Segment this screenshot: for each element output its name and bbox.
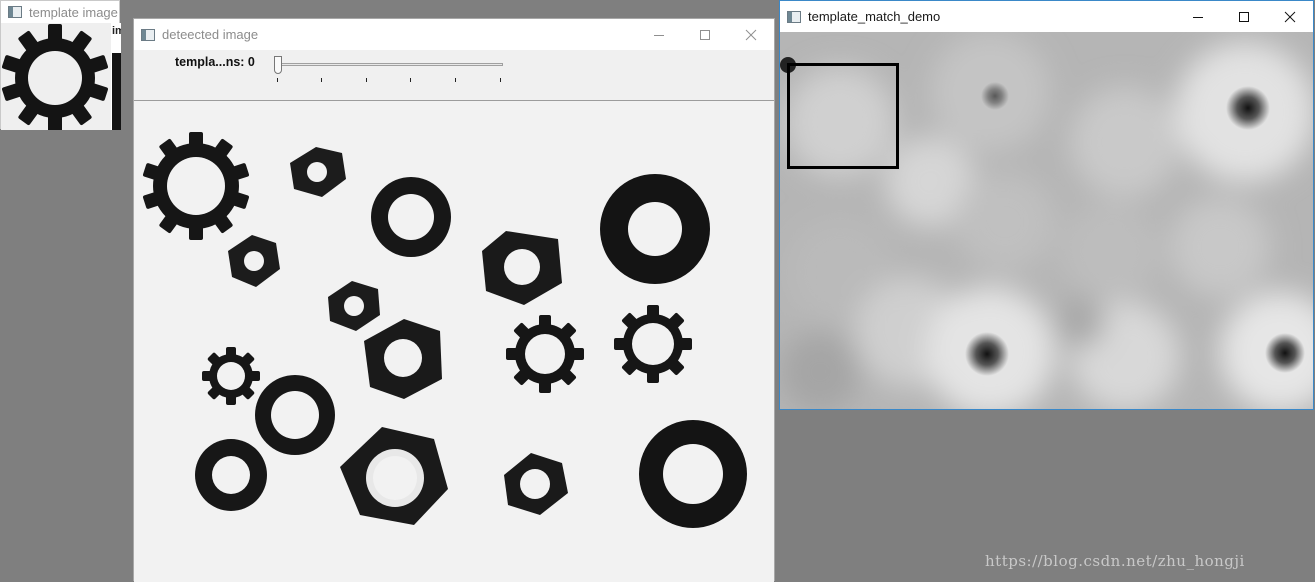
template-image-window[interactable]: template image im [0,0,121,130]
trackbar-tick [366,78,367,82]
opencv-window-icon [8,6,22,18]
maximize-button[interactable] [682,19,728,50]
close-icon [1284,11,1296,22]
close-icon [745,29,757,40]
correlation-map [780,32,1313,409]
trackbar-tick [455,78,456,82]
detected-window-titlebar[interactable]: deteected image [134,19,774,50]
detected-window-title: deteected image [162,27,259,42]
trackbar-track[interactable] [277,63,503,66]
template-window-title: template image [29,4,118,20]
opencv-window-icon [141,28,155,41]
maximize-button[interactable] [1221,1,1267,32]
match-result-image [780,32,1313,409]
template-window-titlebar[interactable]: template image [1,1,119,23]
trackbar-tick [500,78,501,82]
close-button[interactable] [728,19,774,50]
trackbar-tick [410,78,411,82]
close-button[interactable] [1267,1,1313,32]
demo-window-titlebar[interactable]: template_match_demo [780,1,1313,32]
demo-window-title: template_match_demo [808,9,941,24]
parts-photo [134,101,774,582]
opencv-window-icon [787,10,801,23]
trackbar-label: templa...ns: 0 [175,55,255,69]
partial-window-label: im [112,25,121,37]
template-match-demo-window[interactable]: template_match_demo [779,0,1314,410]
watermark: https://blog.csdn.net/zhu_hongji [985,552,1245,570]
detected-image [134,101,774,582]
minimize-icon [1193,16,1203,18]
trackbar-panel: templa...ns: 0 [134,50,774,101]
minimize-icon [654,34,664,36]
detected-image-window[interactable]: deteected image templa...ns: 0 [133,18,775,582]
template-image: im [1,23,121,130]
minimize-button[interactable] [636,19,682,50]
trackbar-tick [321,78,322,82]
maximize-icon [1239,11,1249,22]
gear-template-image [1,23,121,130]
maximize-icon [700,29,710,40]
trackbar-tick [277,78,278,82]
minimize-button[interactable] [1175,1,1221,32]
trackbar-thumb[interactable] [274,56,282,74]
